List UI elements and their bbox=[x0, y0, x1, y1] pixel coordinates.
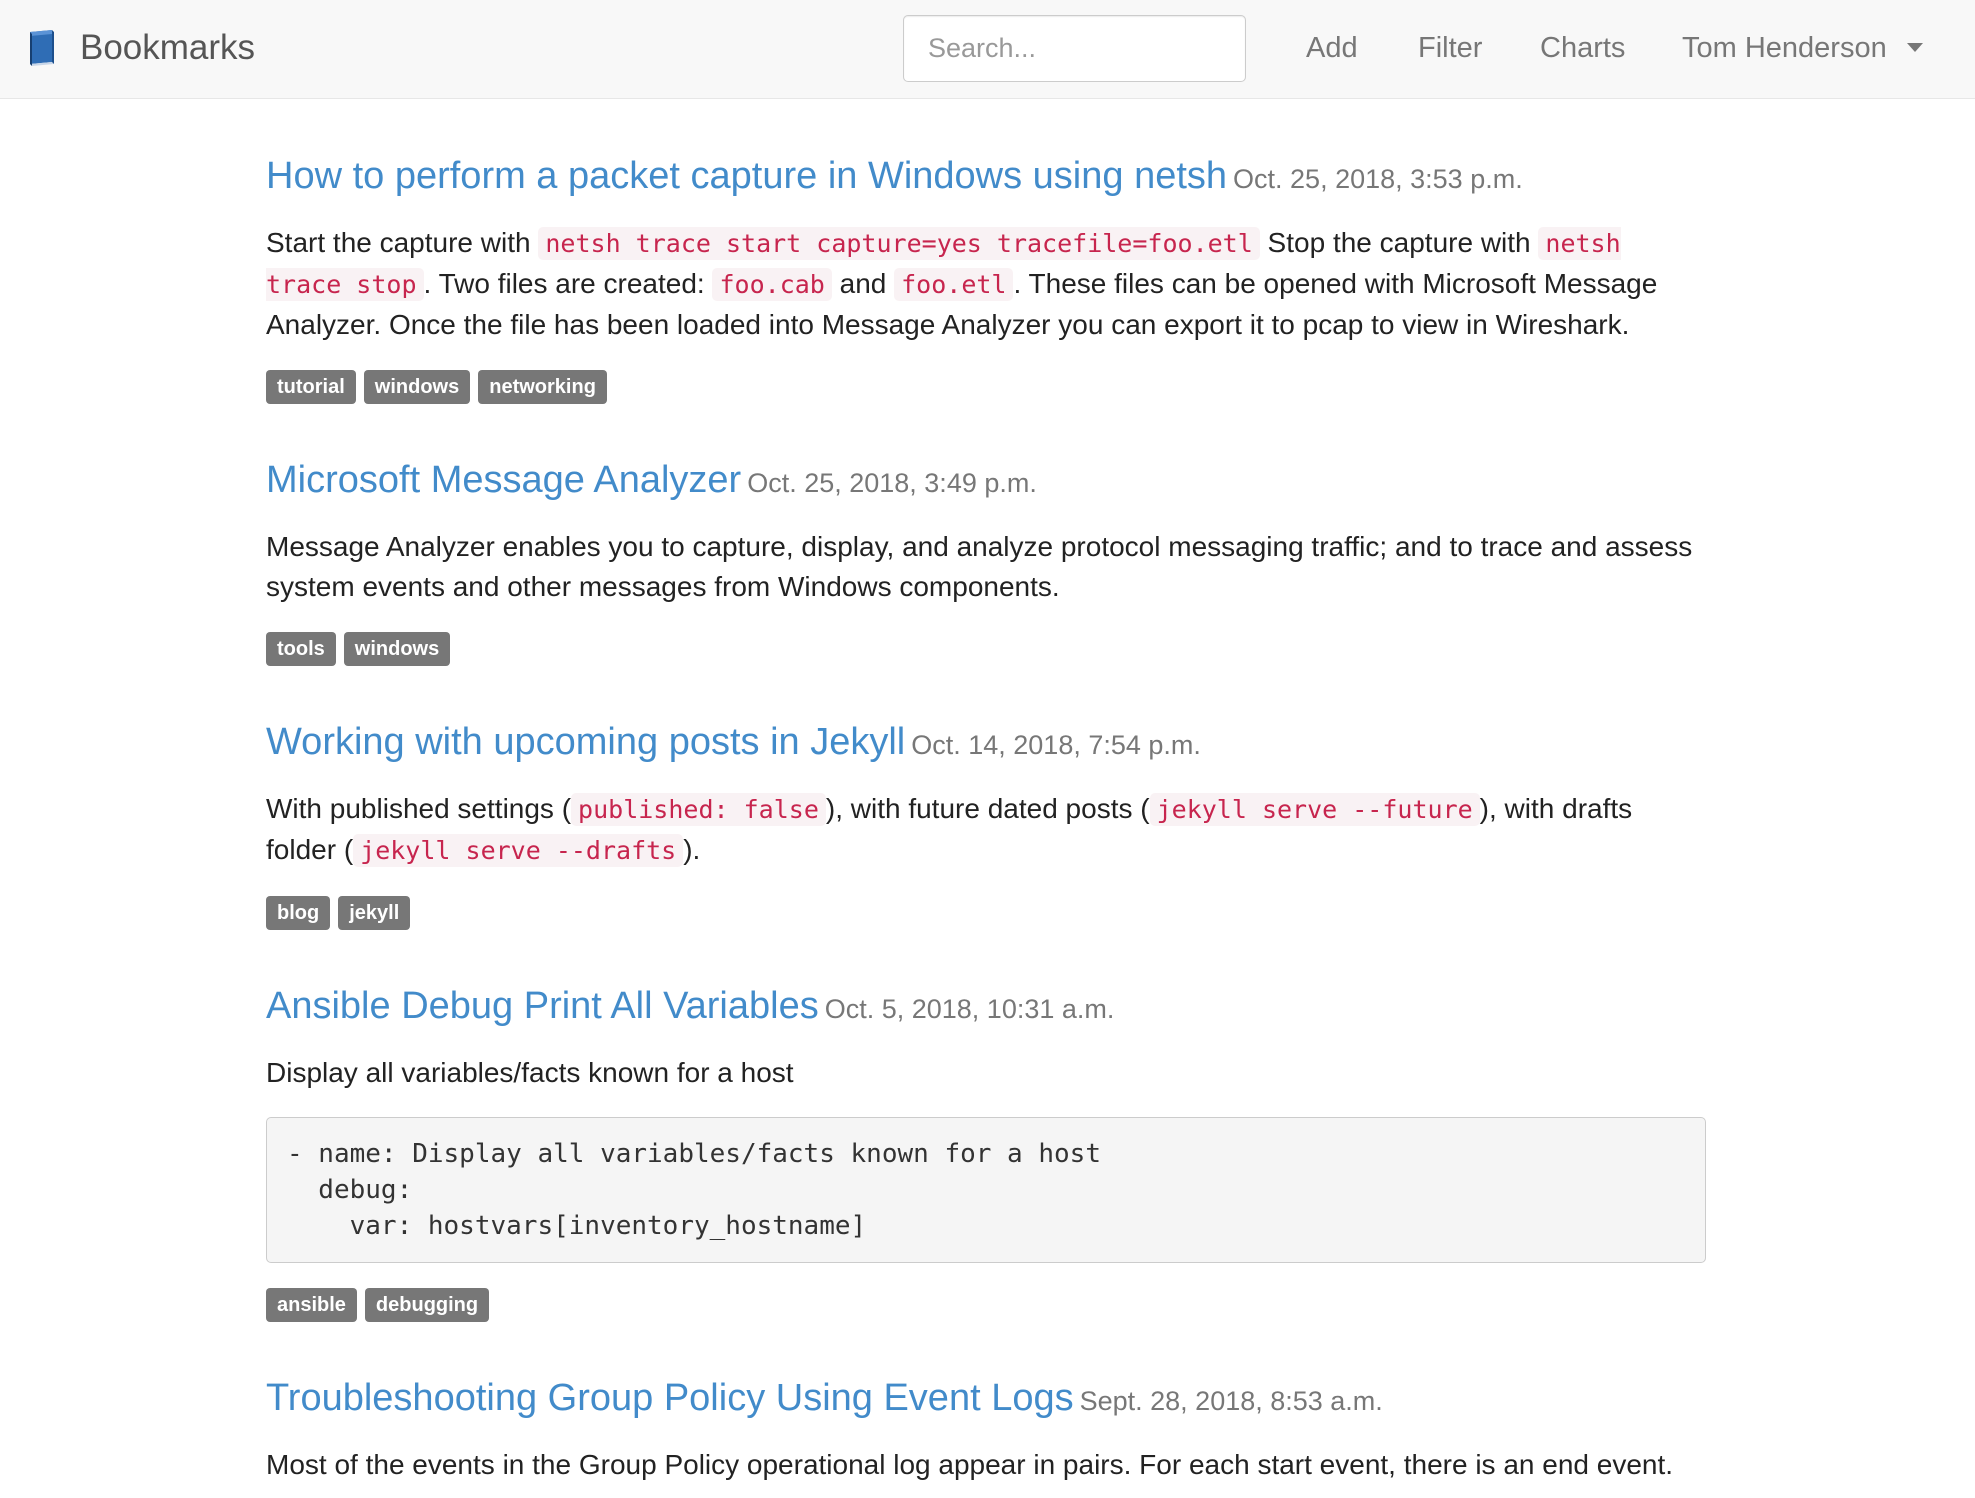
bookmark-list: How to perform a packet capture in Windo… bbox=[266, 150, 1706, 1485]
inline-code: jekyll serve --future bbox=[1149, 793, 1480, 826]
bookmark-date: Oct. 25, 2018, 3:53 p.m. bbox=[1233, 164, 1523, 194]
brand-link[interactable]: Bookmarks bbox=[26, 24, 255, 72]
bookmark-item: Ansible Debug Print All Variables Oct. 5,… bbox=[266, 980, 1706, 1322]
bookmark-title-link[interactable]: Ansible Debug Print All Variables bbox=[266, 985, 819, 1027]
description-text: Stop the capture with bbox=[1259, 227, 1539, 258]
tag-list: tools windows bbox=[266, 632, 1706, 666]
tag-label[interactable]: debugging bbox=[364, 1288, 490, 1322]
bookmark-title-link[interactable]: How to perform a packet capture in Windo… bbox=[266, 155, 1227, 197]
bookmark-description: Message Analyzer enables you to capture,… bbox=[266, 527, 1706, 607]
description-text: Start the capture with bbox=[266, 227, 539, 258]
bookmark-heading: Working with upcoming posts in Jekyll Oct… bbox=[266, 716, 1706, 776]
bookmark-description: Display all variables/facts known for a … bbox=[266, 1053, 1706, 1093]
bookmark-description: With published settings (published: fals… bbox=[266, 789, 1706, 871]
inline-code: jekyll serve --drafts bbox=[353, 834, 684, 867]
tag-label[interactable]: tools bbox=[266, 632, 336, 666]
description-text: Most of the events in the Group Policy o… bbox=[266, 1449, 1674, 1480]
tag-list: ansible debugging bbox=[266, 1288, 1706, 1322]
nav-add-link[interactable]: Add bbox=[1306, 28, 1358, 68]
bookmark-item: How to perform a packet capture in Windo… bbox=[266, 150, 1706, 404]
description-text: With published settings ( bbox=[266, 793, 572, 824]
caret-down-icon bbox=[1906, 42, 1923, 52]
tag-label[interactable]: windows bbox=[343, 632, 451, 666]
tag-label[interactable]: ansible bbox=[266, 1288, 357, 1322]
bookmark-spacer bbox=[266, 1322, 1706, 1372]
bookmark-spacer bbox=[266, 666, 1706, 716]
bookmark-heading: Troubleshooting Group Policy Using Event… bbox=[266, 1372, 1706, 1432]
user-menu[interactable]: Tom Henderson bbox=[1682, 28, 1923, 68]
bookmark-date: Oct. 14, 2018, 7:54 p.m. bbox=[911, 730, 1201, 760]
search-input[interactable] bbox=[903, 15, 1246, 82]
bookmark-date: Oct. 5, 2018, 10:31 a.m. bbox=[824, 994, 1115, 1024]
brand-title: Bookmarks bbox=[80, 28, 256, 67]
book-icon bbox=[30, 30, 54, 66]
bookmark-description: Most of the events in the Group Policy o… bbox=[266, 1445, 1706, 1485]
tag-label[interactable]: windows bbox=[363, 370, 471, 404]
description-text: . Two files are created: bbox=[423, 268, 713, 299]
description-text: ). bbox=[683, 834, 701, 865]
bookmark-spacer bbox=[266, 930, 1706, 980]
bookmark-item: Troubleshooting Group Policy Using Event… bbox=[266, 1372, 1706, 1485]
tag-label[interactable]: networking bbox=[478, 370, 607, 404]
inline-code: netsh trace start capture=yes tracefile=… bbox=[538, 227, 1260, 260]
tag-label[interactable]: blog bbox=[266, 896, 331, 930]
description-text: and bbox=[831, 268, 895, 299]
tag-label[interactable]: jekyll bbox=[338, 896, 411, 930]
inline-code: foo.etl bbox=[894, 268, 1014, 301]
bookmark-date: Sept. 28, 2018, 8:53 a.m. bbox=[1079, 1386, 1383, 1416]
bookmark-description: Start the capture with netsh trace start… bbox=[266, 223, 1706, 345]
description-text: Message Analyzer enables you to capture,… bbox=[266, 531, 1693, 602]
user-name: Tom Henderson bbox=[1682, 32, 1887, 64]
bookmark-heading: Microsoft Message Analyzer Oct. 25, 2018,… bbox=[266, 454, 1706, 514]
nav-filter-link[interactable]: Filter bbox=[1418, 28, 1482, 68]
tag-list: tutorial windows networking bbox=[266, 370, 1706, 404]
description-text: ), with future dated posts ( bbox=[825, 793, 1150, 824]
bookmark-title-link[interactable]: Microsoft Message Analyzer bbox=[266, 459, 741, 501]
bookmark-heading: Ansible Debug Print All Variables Oct. 5,… bbox=[266, 980, 1706, 1040]
navbar: Bookmarks Add Filter Charts Tom Henderso… bbox=[0, 0, 1975, 99]
inline-code: published: false bbox=[571, 793, 826, 826]
bookmark-item: Microsoft Message Analyzer Oct. 25, 2018,… bbox=[266, 454, 1706, 666]
description-text: Display all variables/facts known for a … bbox=[266, 1057, 794, 1088]
inline-code: foo.cab bbox=[712, 268, 832, 301]
tag-list: blog jekyll bbox=[266, 896, 1706, 930]
tag-label[interactable]: tutorial bbox=[266, 370, 356, 404]
bookmark-title-link[interactable]: Working with upcoming posts in Jekyll bbox=[266, 721, 905, 763]
bookmark-title-link[interactable]: Troubleshooting Group Policy Using Event… bbox=[266, 1377, 1074, 1419]
code-block: - name: Display all variables/facts know… bbox=[266, 1117, 1706, 1263]
bookmark-heading: How to perform a packet capture in Windo… bbox=[266, 150, 1706, 210]
bookmark-spacer bbox=[266, 404, 1706, 454]
bookmark-item: Working with upcoming posts in Jekyll Oct… bbox=[266, 716, 1706, 930]
bookmark-date: Oct. 25, 2018, 3:49 p.m. bbox=[747, 468, 1037, 498]
nav-charts-link[interactable]: Charts bbox=[1540, 28, 1625, 68]
